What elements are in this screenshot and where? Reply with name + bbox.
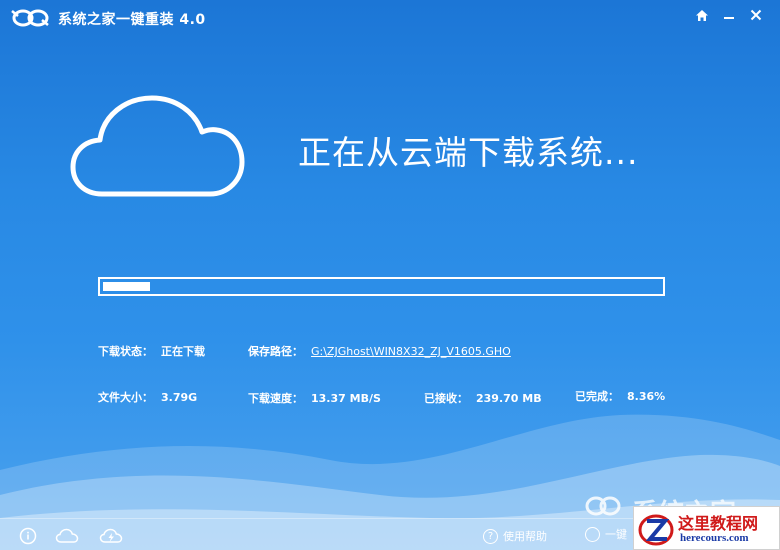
app-logo-icon (11, 9, 49, 27)
title-bar: 系统之家一键重装 4.0 (0, 0, 780, 36)
path-label: 保存路径： (248, 345, 303, 358)
close-button[interactable] (745, 5, 767, 25)
help-label: 使用帮助 (503, 530, 547, 543)
minimize-button[interactable] (718, 5, 740, 25)
window-title: 系统之家一键重装 4.0 (58, 12, 206, 28)
brand-logo-icon (585, 496, 621, 516)
status-row: 下载状态： 正在下载 (98, 343, 205, 359)
download-progress-bar (98, 277, 665, 296)
status-label: 下载状态： (98, 345, 153, 358)
save-path-link[interactable]: G:\ZJGhost\WIN8X32_ZJ_V1605.GHO (311, 345, 511, 358)
download-headline: 正在从云端下载系统... (298, 133, 639, 172)
path-row: 保存路径： G:\ZJGhost\WIN8X32_ZJ_V1605.GHO (248, 343, 511, 359)
question-icon: ? (483, 528, 498, 544)
help-button[interactable]: ? 使用帮助 (483, 528, 547, 544)
minimize-icon (724, 17, 734, 19)
home-button[interactable] (691, 5, 713, 25)
progress-fill (103, 282, 150, 291)
restore-label: 一键 (605, 528, 627, 541)
cloud-icon (70, 95, 245, 197)
restore-button[interactable]: 一键 (585, 526, 627, 542)
home-icon (696, 9, 708, 21)
installer-window: 系统之家一键重装 4.0 正在从云端下载系统... 下载状态： 正在下载 保存路径… (0, 0, 780, 550)
restore-icon (585, 526, 600, 542)
info-icon[interactable] (17, 527, 41, 545)
status-value: 正在下载 (161, 345, 205, 358)
watermark-title: 这里教程网 (678, 514, 759, 533)
watermark-url: herecours.com (680, 532, 749, 544)
cloud-small-icon[interactable] (55, 527, 79, 545)
cloud-lightning-icon[interactable] (99, 527, 123, 545)
close-icon (750, 9, 762, 21)
watermark-logo-icon (638, 514, 674, 546)
site-watermark: 这里教程网 herecours.com (633, 506, 780, 550)
